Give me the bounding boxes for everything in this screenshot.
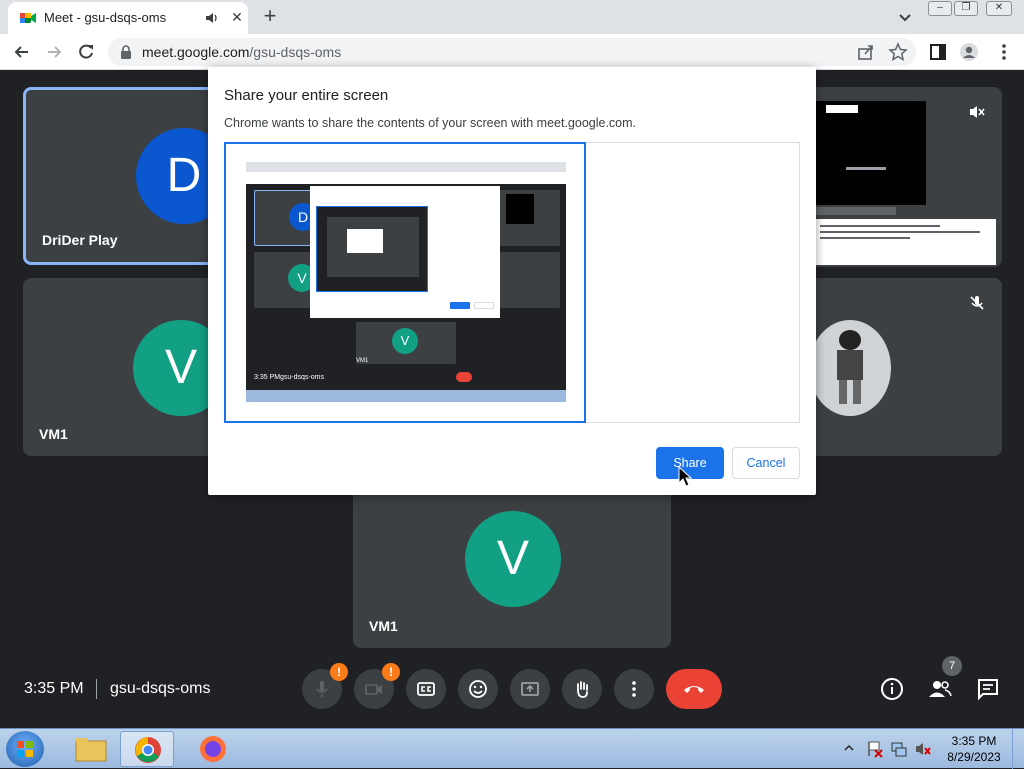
dialog-subtitle: Chrome wants to share the contents of yo…: [224, 116, 637, 130]
share-page-icon[interactable]: [856, 42, 876, 62]
people-icon[interactable]: [928, 677, 952, 701]
share-screen-dialog: Share your entire screen Chrome wants to…: [208, 67, 816, 495]
taskbar-firefox[interactable]: [186, 731, 240, 767]
participant-count-badge: 7: [942, 656, 962, 676]
taskbar-time[interactable]: 3:35 PM: [944, 734, 1004, 748]
hang-up-icon: [684, 686, 704, 693]
start-button[interactable]: [6, 731, 44, 767]
firefox-icon: [200, 736, 226, 762]
url-path: /gsu-dsqs-oms: [249, 44, 342, 60]
chat-icon[interactable]: [976, 677, 1000, 701]
tab-strip: Meet - gsu-dsqs-oms ✕ + – ❐ ✕: [0, 0, 1024, 34]
tray-show-hidden-icon[interactable]: [844, 743, 854, 753]
more-options-button[interactable]: [614, 669, 654, 709]
meeting-clock: 3:35 PM: [24, 680, 84, 697]
presentation-toolbar: [816, 207, 896, 215]
url-host: meet.google.com: [142, 44, 250, 60]
volume-muted-icon[interactable]: [914, 740, 932, 758]
avatar-initial: V: [496, 532, 529, 585]
microphone-button[interactable]: !: [302, 663, 348, 709]
muted-speaker-icon: [970, 106, 985, 118]
tab-close-icon[interactable]: ✕: [228, 8, 246, 26]
present-screen-button[interactable]: [510, 669, 550, 709]
meeting-info-icon[interactable]: [880, 677, 904, 701]
browser-tab-meet[interactable]: Meet - gsu-dsqs-oms ✕: [8, 2, 248, 34]
lock-icon[interactable]: [120, 45, 132, 59]
taskbar-explorer[interactable]: [64, 731, 118, 767]
meet-control-bar: 3:35 PM gsu-dsqs-oms ! ! 7: [0, 655, 1024, 721]
meeting-code: gsu-dsqs-oms: [110, 680, 211, 697]
captions-icon: [417, 682, 435, 696]
close-window-button[interactable]: ✕: [986, 1, 1012, 16]
chrome-icon: [135, 737, 161, 763]
screen-thumbnail: D V V 3:35 PM gsu-dsqs-oms VM1: [246, 162, 566, 402]
mic-off-icon: [970, 296, 984, 310]
profile-avatar-icon[interactable]: [959, 42, 979, 62]
windows-logo-icon: [17, 741, 33, 757]
browser-menu-icon[interactable]: [994, 42, 1014, 62]
participant-name: ool (Presentation): [810, 237, 930, 253]
emoji-reactions-button[interactable]: [458, 669, 498, 709]
presentation-logo: [826, 105, 858, 113]
avatar-initial: D: [166, 149, 202, 202]
presentation-text-line: [846, 167, 886, 170]
url-text: meet.google.com/gsu-dsqs-oms: [142, 44, 341, 60]
participant-name: VM1: [39, 426, 68, 442]
mic-warning-badge: !: [330, 663, 348, 681]
participant-tile-vm1-self[interactable]: V VM1: [353, 471, 671, 648]
new-tab-button[interactable]: +: [258, 5, 282, 29]
mouse-cursor-icon: [678, 466, 692, 487]
divider: [96, 679, 97, 699]
emoji-icon: [469, 680, 487, 698]
restore-window-button[interactable]: ❐: [954, 1, 978, 16]
meet-favicon-icon: [20, 13, 36, 23]
thumb-meeting-code: gsu-dsqs-oms: [280, 374, 324, 381]
tab-audio-icon[interactable]: [205, 11, 219, 25]
reload-icon[interactable]: [76, 42, 96, 62]
avatar-character: [809, 320, 891, 416]
cancel-button[interactable]: Cancel: [732, 447, 800, 479]
screen-option-entire-screen[interactable]: D V V 3:35 PM gsu-dsqs-oms VM1: [224, 142, 586, 423]
avatar-initial: V: [164, 341, 197, 394]
participant-name: VM1: [369, 618, 398, 634]
present-screen-icon: [521, 682, 539, 696]
presentation-preview: [816, 101, 926, 205]
address-bar[interactable]: meet.google.com/gsu-dsqs-oms: [108, 38, 916, 66]
microphone-icon: [316, 681, 328, 697]
tab-search-chevron-icon[interactable]: [896, 8, 914, 26]
more-vert-icon: [632, 681, 636, 697]
action-center-flag-icon[interactable]: [866, 740, 884, 758]
dialog-title: Share your entire screen: [224, 87, 389, 104]
back-arrow-icon[interactable]: [12, 42, 32, 62]
captions-button[interactable]: [406, 669, 446, 709]
avatar: V: [465, 511, 561, 607]
browser-toolbar: meet.google.com/gsu-dsqs-oms: [0, 34, 1024, 70]
show-desktop-button[interactable]: [1012, 729, 1024, 769]
minimize-window-button[interactable]: –: [928, 1, 952, 16]
raise-hand-icon: [577, 681, 588, 698]
taskbar-chrome[interactable]: [120, 731, 174, 767]
thumb-clock: 3:35 PM: [254, 374, 281, 381]
side-panel-icon[interactable]: [928, 42, 948, 62]
thumb-tile-label: VM1: [356, 358, 369, 364]
tab-title: Meet - gsu-dsqs-oms: [44, 10, 167, 25]
network-icon[interactable]: [890, 740, 908, 758]
camera-warning-badge: !: [382, 663, 400, 681]
taskbar-date[interactable]: 8/29/2023: [944, 750, 1004, 764]
windows-taskbar: 3:35 PM 8/29/2023: [0, 728, 1024, 769]
participant-name: DriDer Play: [42, 232, 118, 248]
camera-icon: [365, 684, 382, 695]
folder-icon: [75, 738, 107, 762]
forward-arrow-icon[interactable]: [44, 42, 64, 62]
camera-button[interactable]: !: [354, 663, 400, 709]
raise-hand-button[interactable]: [562, 669, 602, 709]
thumb-avatar-v2: V: [392, 328, 418, 354]
bookmark-star-icon[interactable]: [888, 42, 908, 62]
leave-call-button[interactable]: [666, 669, 722, 709]
